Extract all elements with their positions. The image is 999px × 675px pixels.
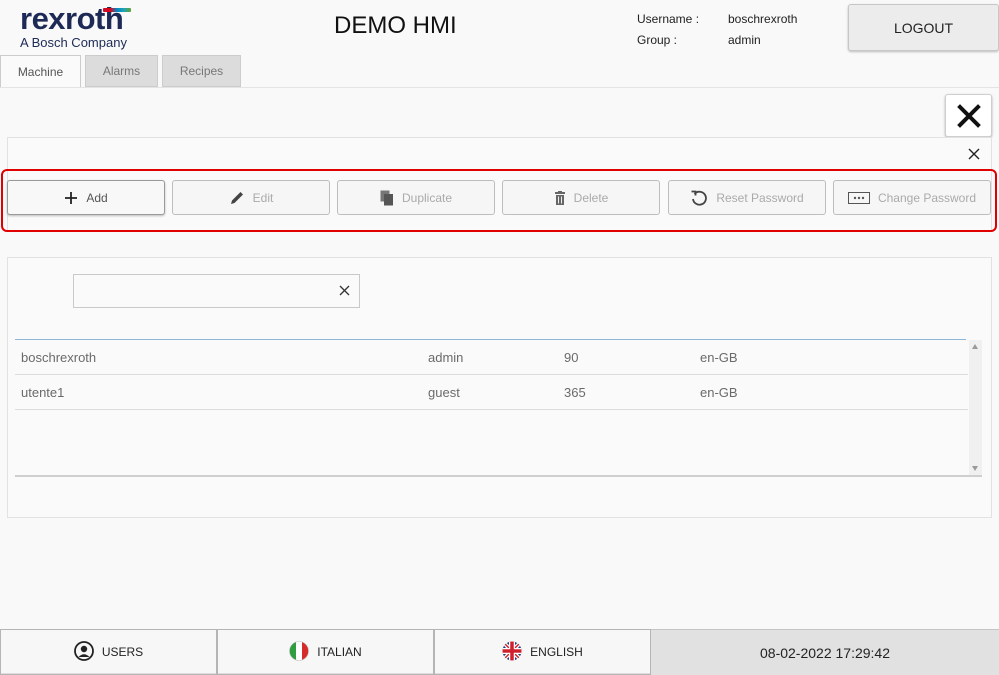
cell-expiry-days: 90 bbox=[564, 350, 579, 365]
close-icon bbox=[956, 103, 981, 128]
italy-flag-icon bbox=[289, 640, 310, 664]
search-clear-button[interactable] bbox=[337, 283, 351, 297]
users-label: USERS bbox=[101, 645, 144, 659]
close-icon bbox=[968, 148, 980, 160]
search-input[interactable] bbox=[74, 275, 324, 305]
cell-language: en-GB bbox=[700, 385, 738, 400]
scroll-down-arrow-icon[interactable] bbox=[972, 466, 978, 471]
logo-accent-bar bbox=[103, 8, 131, 12]
username-label: Username : bbox=[637, 12, 700, 26]
tab-bar: Machine Alarms Recipes bbox=[0, 55, 245, 87]
cell-group: admin bbox=[428, 350, 464, 365]
user-icon bbox=[73, 640, 94, 664]
close-icon bbox=[339, 285, 349, 295]
header: rexroth A Bosch Company DEMO HMI Usernam… bbox=[0, 0, 999, 56]
toolbar-highlight-box bbox=[1, 169, 997, 232]
search-field[interactable] bbox=[73, 274, 360, 308]
group-value: admin bbox=[728, 33, 761, 47]
app-title: DEMO HMI bbox=[334, 12, 457, 39]
logout-button[interactable]: LOGOUT bbox=[848, 4, 999, 51]
cell-username: utente1 bbox=[21, 385, 65, 400]
rexroth-logo: rexroth A Bosch Company bbox=[20, 2, 131, 50]
brand-tagline: A Bosch Company bbox=[20, 35, 127, 50]
italian-label: ITALIAN bbox=[317, 645, 362, 659]
table-row[interactable]: utente1 guest 365 en-GB bbox=[15, 375, 968, 410]
tab-divider bbox=[0, 87, 999, 88]
cell-expiry-days: 365 bbox=[564, 385, 586, 400]
tab-recipes[interactable]: Recipes bbox=[162, 55, 241, 87]
grid-bottom-line bbox=[15, 475, 982, 477]
users-button[interactable]: USERS bbox=[0, 629, 217, 675]
close-view-button[interactable] bbox=[945, 94, 992, 137]
user-info-values: boschrexroth admin bbox=[728, 9, 797, 51]
user-info-labels: Username : Group : bbox=[637, 9, 699, 51]
group-label: Group : bbox=[637, 33, 678, 47]
tab-alarms[interactable]: Alarms bbox=[85, 55, 158, 87]
uk-flag-icon bbox=[502, 641, 522, 664]
cell-username: boschrexroth bbox=[21, 350, 97, 365]
cell-group: guest bbox=[428, 385, 460, 400]
italian-language-button[interactable]: ITALIAN bbox=[217, 629, 434, 675]
cell-language: en-GB bbox=[700, 350, 738, 365]
table-row[interactable]: boschrexroth admin 90 en-GB bbox=[15, 340, 968, 375]
username-value: boschrexroth bbox=[728, 12, 798, 26]
panel-close-button[interactable] bbox=[965, 145, 983, 163]
scroll-up-arrow-icon[interactable] bbox=[972, 344, 978, 349]
table-scrollbar[interactable] bbox=[969, 340, 982, 475]
datetime-display: 08-02-2022 17:29:42 bbox=[651, 629, 999, 675]
english-label: ENGLISH bbox=[530, 645, 583, 659]
english-language-button[interactable]: ENGLISH bbox=[434, 629, 651, 675]
tab-machine[interactable]: Machine bbox=[0, 55, 81, 87]
